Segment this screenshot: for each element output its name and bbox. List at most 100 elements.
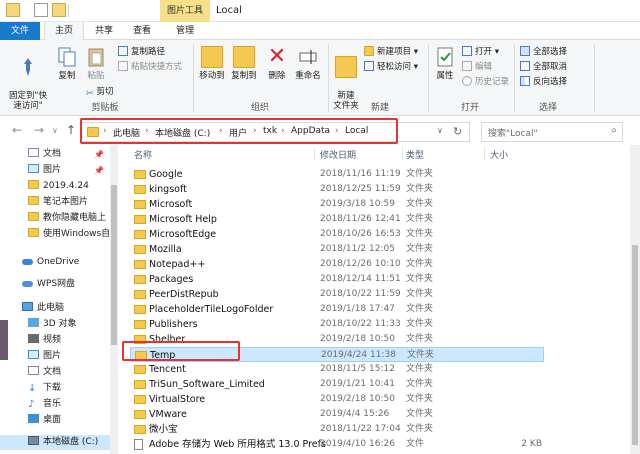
- nav-item-pictures[interactable]: 图片: [0, 349, 118, 364]
- nav-item-3d-objects[interactable]: 3D 对象: [0, 317, 118, 332]
- nav-scrollbar[interactable]: [110, 145, 118, 454]
- nav-item-documents[interactable]: 文档: [0, 365, 118, 380]
- pin-quick-access-button[interactable]: 固定到"快 速访问": [4, 46, 52, 111]
- nav-item-videos[interactable]: 视频: [0, 333, 118, 348]
- file-row[interactable]: VirtualStore 2019/2/18 10:50 文件夹: [130, 392, 544, 407]
- file-type: 文件夹: [406, 169, 434, 179]
- column-header-type[interactable]: 类型: [406, 148, 424, 161]
- nav-item-folder[interactable]: 笔记本图片: [0, 195, 118, 210]
- forward-arrow-icon[interactable]: →: [34, 123, 44, 137]
- move-to-button[interactable]: 移动到: [196, 46, 228, 81]
- navigation-pane: 文档 📌 图片 📌 2019.4.24 笔记本图片 教你隐藏电脑上 使用Window…: [0, 145, 118, 454]
- separator: [328, 44, 329, 112]
- edit-button[interactable]: 编辑: [462, 61, 492, 74]
- file-name: Microsoft Help: [149, 214, 217, 225]
- properties-button[interactable]: 属性: [432, 46, 458, 81]
- search-icon[interactable]: ⌕: [611, 125, 617, 136]
- search-input[interactable]: 搜索"Local" ⌕: [481, 122, 623, 142]
- pin-icon[interactable]: 📌: [94, 163, 104, 178]
- nav-item-local-disk[interactable]: 本地磁盘 (C:): [0, 435, 118, 450]
- nav-item-folder[interactable]: 教你隐藏电脑上: [0, 211, 118, 226]
- file-row[interactable]: Publishers 2018/10/22 11:33 文件夹: [130, 317, 544, 332]
- tab-home[interactable]: 主页: [44, 22, 84, 41]
- column-header-date[interactable]: 修改日期: [320, 148, 356, 161]
- column-header-size[interactable]: 大小: [490, 148, 508, 161]
- new-item-button[interactable]: 新建项目 ▾: [364, 46, 418, 59]
- file-row[interactable]: Google 2018/11/16 11:19 文件夹: [130, 167, 544, 182]
- folder-icon: [28, 228, 39, 237]
- copy-to-button[interactable]: 复制到: [228, 46, 260, 81]
- nav-item-downloads[interactable]: ↓ 下载: [0, 381, 118, 396]
- easy-access-button[interactable]: 轻松访问 ▾: [364, 61, 418, 74]
- open-button[interactable]: 打开 ▾: [462, 46, 499, 59]
- folder-icon: [134, 395, 146, 404]
- file-row[interactable]: Packages 2018/12/14 11:51 文件夹: [130, 272, 544, 287]
- address-row: ← → ∨ ↑ › 此电脑 › 本地磁盘 (C:) › 用户 › txk › A…: [0, 117, 640, 145]
- tab-manage[interactable]: 管理: [162, 22, 208, 40]
- file-list-scrollbar[interactable]: [630, 145, 640, 454]
- recent-dropdown-icon[interactable]: ∨: [52, 126, 58, 135]
- delete-button[interactable]: ✕ 删除: [264, 46, 290, 82]
- nav-item-pictures[interactable]: 图片 📌: [0, 163, 118, 178]
- file-row[interactable]: Microsoft Help 2018/11/26 12:41 文件夹: [130, 212, 544, 227]
- tab-share[interactable]: 共享: [86, 22, 122, 40]
- nav-item-desktop[interactable]: 桌面: [0, 413, 118, 428]
- properties-icon[interactable]: [34, 3, 48, 17]
- file-name: Publishers: [149, 319, 198, 330]
- tab-file[interactable]: 文件: [0, 22, 40, 40]
- refresh-icon[interactable]: ↻: [453, 125, 462, 138]
- paste-button[interactable]: 粘贴: [82, 46, 110, 81]
- file-row[interactable]: 微小宝 2018/11/22 17:04 文件夹: [130, 422, 544, 437]
- new-folder-icon[interactable]: [52, 3, 66, 17]
- file-row[interactable]: MicrosoftEdge 2018/10/26 16:53 文件夹: [130, 227, 544, 242]
- cut-button[interactable]: ✂ 剪切: [86, 86, 114, 99]
- file-name: PlaceholderTileLogoFolder: [149, 304, 274, 315]
- file-row[interactable]: Microsoft 2019/3/18 10:59 文件夹: [130, 197, 544, 212]
- file-row[interactable]: Adobe 存储为 Web 所用格式 13.0 Prefs 2019/4/10 1…: [130, 437, 544, 452]
- new-folder-button[interactable]: 新建 文件夹: [330, 46, 362, 111]
- scroll-thumb[interactable]: [632, 245, 638, 445]
- temp-highlight-box: [122, 341, 240, 361]
- file-row[interactable]: kingsoft 2018/12/25 11:59 文件夹: [130, 182, 544, 197]
- nav-item-wps[interactable]: WPS网盘: [0, 277, 118, 292]
- chevron-down-icon[interactable]: ∨: [437, 126, 443, 135]
- file-row[interactable]: TriSun_Software_Limited 2019/1/21 10:41 文件…: [130, 377, 544, 392]
- file-row[interactable]: PeerDistRepub 2018/10/22 11:59 文件夹: [130, 287, 544, 302]
- select-all-button[interactable]: 全部选择: [520, 46, 567, 59]
- folder-icon: [134, 425, 146, 434]
- invert-selection-button[interactable]: 反向选择: [520, 76, 567, 89]
- history-button[interactable]: 历史记录: [462, 76, 509, 89]
- pictures-icon: [28, 350, 39, 359]
- column-header-name[interactable]: 名称: [134, 148, 152, 161]
- file-row[interactable]: VMware 2019/4/4 15:26 文件夹: [130, 407, 544, 422]
- paste-shortcut-button[interactable]: 粘贴快捷方式: [118, 61, 182, 74]
- nav-item-onedrive[interactable]: OneDrive: [0, 255, 118, 270]
- nav-item-folder[interactable]: 使用Windows自: [0, 227, 118, 242]
- nav-item-this-pc[interactable]: 此电脑: [0, 301, 118, 316]
- file-date: 2018/10/26 16:53: [320, 229, 401, 239]
- desktop-icon: [28, 414, 39, 423]
- back-arrow-icon[interactable]: ←: [12, 123, 22, 137]
- copy-button[interactable]: 复制: [54, 46, 80, 81]
- up-arrow-icon[interactable]: ↑: [66, 123, 76, 137]
- pin-icon[interactable]: 📌: [94, 147, 104, 162]
- copy-path-button[interactable]: 复制路径: [118, 46, 165, 59]
- file-row[interactable]: Tencent 2018/11/5 15:12 文件夹: [130, 362, 544, 377]
- rename-button[interactable]: 重命名: [292, 46, 324, 81]
- scroll-thumb[interactable]: [111, 185, 117, 345]
- documents-icon: [28, 366, 39, 375]
- file-row[interactable]: Notepad++ 2018/12/26 10:10 文件夹: [130, 257, 544, 272]
- file-row[interactable]: Mozilla 2018/11/2 12:05 文件夹: [130, 242, 544, 257]
- folder-icon: [6, 3, 20, 17]
- select-all-icon: [520, 46, 530, 56]
- nav-item-music[interactable]: ♪ 音乐: [0, 397, 118, 412]
- nav-item-documents[interactable]: 文档 📌: [0, 147, 118, 162]
- nav-item-folder[interactable]: 2019.4.24: [0, 179, 118, 194]
- picture-tools-tab[interactable]: 图片工具: [160, 0, 210, 22]
- select-none-button[interactable]: 全部取消: [520, 61, 567, 74]
- properties-icon: [434, 46, 456, 68]
- file-row[interactable]: PlaceholderTileLogoFolder 2019/1/18 17:47…: [130, 302, 544, 317]
- address-highlight-box: [80, 118, 398, 144]
- separator: [193, 44, 194, 112]
- tab-view[interactable]: 查看: [124, 22, 160, 40]
